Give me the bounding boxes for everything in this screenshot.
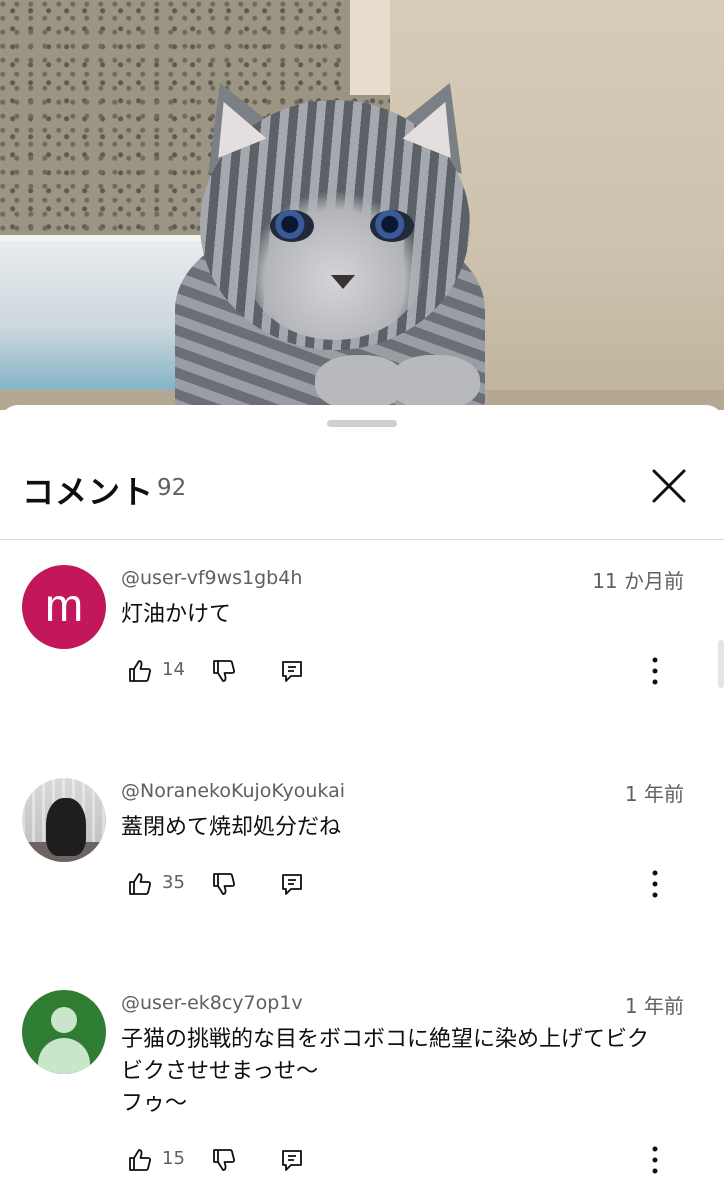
comments-count: 92 <box>157 475 187 501</box>
comment-item: m @user-vf9ws1gb4h 11 か月前 灯油かけて 14 <box>0 565 724 715</box>
more-vertical-icon[interactable] <box>647 1140 663 1180</box>
comment-text: 子猫の挑戦的な目をボコボコに絶望に染め上げてビク ビクさせせまっせ〜 フゥ〜 <box>121 1027 650 1116</box>
avatar[interactable] <box>22 990 106 1074</box>
thumb-up-icon[interactable] <box>127 1140 153 1180</box>
comment-time: 1 年前 <box>624 994 684 1018</box>
comment-item: @NoranekoKujoKyoukai 1 年前 蓋閉めて焼却処分だね 35 <box>0 778 724 928</box>
like-count: 35 <box>162 872 185 893</box>
avatar[interactable]: m <box>22 565 106 649</box>
thumb-up-icon[interactable] <box>127 651 153 691</box>
comment-time: 1 年前 <box>624 782 684 806</box>
reply-icon[interactable] <box>279 864 305 904</box>
kitten-image <box>165 66 495 410</box>
thumb-down-icon[interactable] <box>211 651 237 691</box>
avatar[interactable] <box>22 778 106 862</box>
video-player[interactable] <box>0 0 724 410</box>
more-vertical-icon[interactable] <box>647 864 663 904</box>
comments-header: コメント 92 <box>0 445 724 540</box>
comments-title: コメント <box>22 473 155 511</box>
comment-text: 蓋閉めて焼却処分だね <box>121 815 342 840</box>
comment-actions: 14 <box>121 651 691 691</box>
close-icon[interactable] <box>648 465 690 507</box>
scrollbar[interactable] <box>718 640 724 688</box>
comment-item: @user-ek8cy7op1v 1 年前 子猫の挑戦的な目をボコボコに絶望に染… <box>0 990 724 1190</box>
like-count: 15 <box>162 1148 185 1169</box>
comments-panel: コメント 92 m @user-vf9ws1gb4h 11 か月前 灯油かけて … <box>0 405 724 1200</box>
comment-time: 11 か月前 <box>592 569 684 593</box>
comment-text: 灯油かけて <box>121 602 232 627</box>
comment-actions: 35 <box>121 864 691 904</box>
reply-icon[interactable] <box>279 651 305 691</box>
thumb-down-icon[interactable] <box>211 864 237 904</box>
comment-author[interactable]: @user-ek8cy7op1v <box>121 992 303 1014</box>
comment-actions: 15 <box>121 1140 691 1180</box>
like-count: 14 <box>162 659 185 680</box>
drag-handle[interactable] <box>327 420 397 427</box>
comment-author[interactable]: @NoranekoKujoKyoukai <box>121 780 345 802</box>
reply-icon[interactable] <box>279 1140 305 1180</box>
more-vertical-icon[interactable] <box>647 651 663 691</box>
thumb-down-icon[interactable] <box>211 1140 237 1180</box>
comment-author[interactable]: @user-vf9ws1gb4h <box>121 567 302 589</box>
thumb-up-icon[interactable] <box>127 864 153 904</box>
